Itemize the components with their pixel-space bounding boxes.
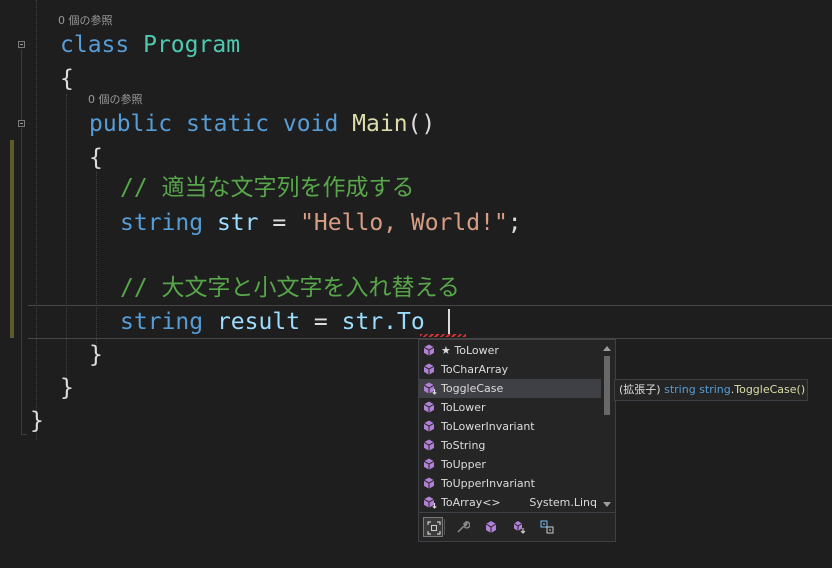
typed-member: To: [397, 309, 425, 335]
parens: (): [407, 111, 436, 137]
completion-item[interactable]: ToLowerInvariant: [419, 417, 601, 436]
completion-item-label: ★ ToLower: [441, 344, 499, 357]
completion-item-label: ToString: [441, 439, 486, 452]
completion-item[interactable]: ToLower: [419, 398, 601, 417]
code-line-class[interactable]: class Program: [60, 28, 240, 62]
target-typed-icon[interactable]: [537, 517, 557, 537]
code-line-result[interactable]: string result = str.To: [120, 305, 425, 339]
scroll-down-icon[interactable]: [603, 502, 611, 507]
text-caret: [448, 309, 450, 335]
completion-item-label: ToCharArray: [441, 363, 509, 376]
completion-item[interactable]: ToggleCase: [419, 379, 601, 398]
keyword-void: void: [282, 111, 339, 137]
collapse-class-icon[interactable]: [18, 41, 25, 48]
code-line-brace-open[interactable]: {: [60, 62, 74, 96]
completion-item-label: ToggleCase: [441, 382, 504, 395]
quickinfo-tooltip: (拡張子) string string.ToggleCase(): [614, 379, 808, 401]
completion-item-namespace: System.Linq: [529, 496, 597, 509]
completion-list[interactable]: ★ ToLower ToCharArray ToggleCase ToLower ToL…: [419, 341, 601, 512]
indent-guide: [66, 94, 67, 384]
method-icon: [423, 439, 437, 452]
method-icon: [423, 458, 437, 471]
keyword-string: string: [120, 210, 204, 236]
collapse-method-icon[interactable]: [18, 120, 25, 127]
completion-item[interactable]: ToUpper: [419, 455, 601, 474]
extension-method-icon: [423, 496, 437, 509]
class-reference-count[interactable]: 0 個の参照: [58, 12, 113, 28]
method-reference-count[interactable]: 0 個の参照: [88, 91, 143, 107]
code-line-namespace-brace-close[interactable]: }: [30, 404, 44, 438]
member-access: str.: [341, 309, 398, 335]
code-line-main[interactable]: public static void Main(): [89, 107, 435, 141]
completion-filter-bar: [419, 512, 615, 541]
keyword-static: static: [185, 111, 270, 137]
extension-method-filter-icon[interactable]: [509, 517, 529, 537]
method-filter-icon[interactable]: [481, 517, 501, 537]
error-squiggle: [420, 334, 466, 337]
expand-snippets-icon[interactable]: [423, 517, 443, 537]
tooltip-prefix: (拡張子): [619, 383, 665, 396]
completion-item[interactable]: ToUpperInvariant: [419, 474, 601, 493]
comment: // 適当な文字列を作成する: [120, 175, 415, 201]
intellisense-popup[interactable]: ★ ToLower ToCharArray ToggleCase ToLower ToL…: [418, 339, 616, 542]
keyword-public: public: [89, 111, 173, 137]
method-icon: [423, 477, 437, 490]
operator-equals: =: [272, 210, 287, 236]
keyword-class: class: [60, 32, 130, 58]
outline-line: [21, 49, 22, 120]
method-icon: [423, 401, 437, 414]
brace: {: [60, 66, 74, 92]
completion-item[interactable]: ★ ToLower: [419, 341, 601, 360]
semicolon: ;: [507, 210, 522, 236]
completion-scrollbar[interactable]: [600, 341, 614, 511]
string-literal: "Hello, World!": [300, 210, 508, 236]
scroll-up-icon[interactable]: [603, 346, 611, 351]
code-line-class-brace-close[interactable]: }: [60, 371, 74, 405]
outline-line: [21, 128, 22, 434]
completion-item-label: ToArray<>: [441, 496, 501, 509]
code-line-method-brace-open[interactable]: {: [89, 141, 103, 175]
brace: }: [30, 408, 44, 434]
method-icon: [423, 344, 437, 357]
margin-dotted-guide: [36, 0, 37, 440]
code-editor[interactable]: 0 個の参照 0 個の参照 class Program { public sta…: [0, 0, 832, 568]
completion-item-label: ToUpper: [441, 458, 486, 471]
code-line-method-brace-close[interactable]: }: [89, 338, 103, 372]
code-line-comment-2[interactable]: // 大文字と小文字を入れ替える: [120, 271, 460, 305]
operator-equals: =: [313, 309, 328, 335]
filter-divider: [444, 519, 445, 535]
brace: {: [89, 145, 103, 171]
method-name: Main: [352, 111, 408, 137]
completion-item[interactable]: ToString: [419, 436, 601, 455]
change-indicator: [10, 140, 14, 338]
code-line-comment-1[interactable]: // 適当な文字列を作成する: [120, 171, 415, 205]
code-line-str-decl[interactable]: string str = "Hello, World!";: [120, 206, 522, 240]
method-icon: [423, 420, 437, 433]
completion-item[interactable]: ToCharArray: [419, 360, 601, 379]
completion-item-label: ToUpperInvariant: [441, 477, 535, 490]
completion-item-label: ToLower: [441, 401, 486, 414]
wrench-icon[interactable]: [453, 517, 473, 537]
tooltip-keyword: string: [664, 383, 696, 396]
method-icon: [423, 363, 437, 376]
brace: }: [89, 342, 103, 368]
tooltip-keyword: string: [699, 383, 731, 396]
variable-str: str: [216, 210, 259, 236]
variable-result: result: [216, 309, 301, 335]
completion-item[interactable]: ToArray<> System.Linq: [419, 493, 601, 512]
scroll-thumb[interactable]: [604, 356, 610, 415]
keyword-string: string: [120, 309, 204, 335]
completion-item-label: ToLowerInvariant: [441, 420, 535, 433]
class-name: Program: [143, 32, 241, 58]
outline-end: [21, 434, 27, 435]
brace: }: [60, 375, 74, 401]
extension-method-icon: [423, 382, 437, 395]
tooltip-method: .ToggleCase(): [730, 383, 806, 396]
comment: // 大文字と小文字を入れ替える: [120, 275, 460, 301]
